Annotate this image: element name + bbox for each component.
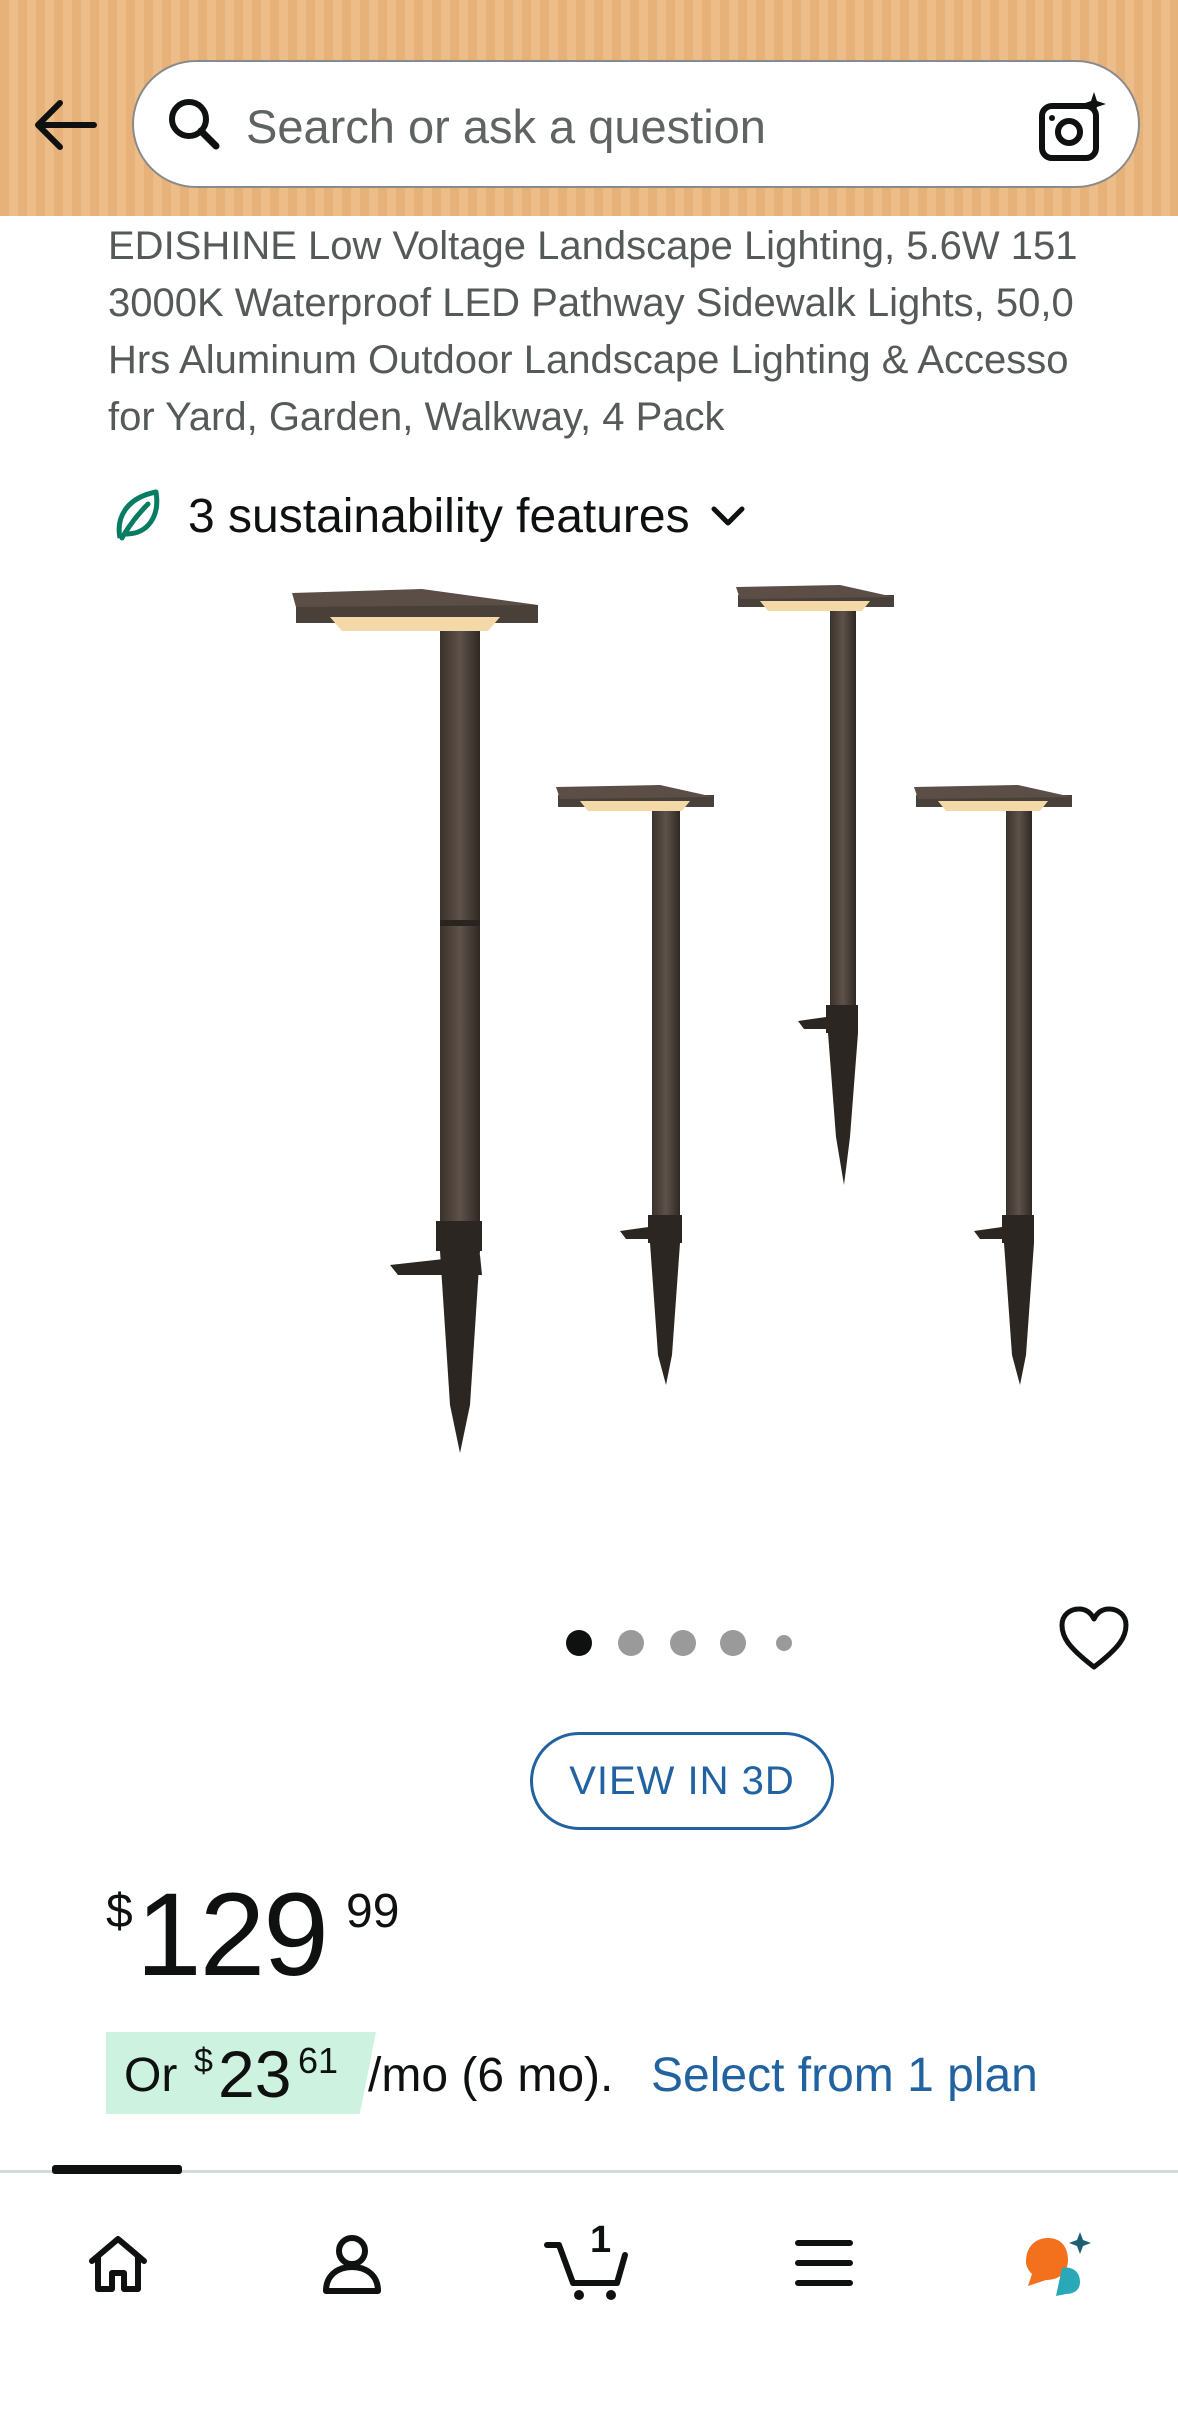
select-plan-link[interactable]: Select from 1 plan — [651, 2048, 1038, 2103]
nav-menu[interactable] — [764, 2213, 884, 2313]
active-tab-indicator — [52, 2165, 182, 2174]
pathway-light — [556, 785, 714, 1385]
back-button[interactable] — [30, 95, 102, 155]
nav-rufus[interactable] — [998, 2213, 1118, 2313]
cart-count-badge: 1 — [590, 2219, 612, 2261]
title-line: EDISHINE Low Voltage Landscape Lighting,… — [108, 224, 1078, 268]
rufus-ai-icon — [1026, 2232, 1091, 2296]
installment-plan: Or $ 23 61 /mo (6 mo). Select from 1 pla… — [106, 2028, 1178, 2118]
bottom-navigation: 1 — [0, 2165, 1178, 2416]
nav-account[interactable] — [292, 2213, 412, 2313]
sustainability-label: 3 sustainability features — [188, 489, 690, 543]
back-arrow-icon — [35, 100, 97, 150]
product-title: EDISHINE Low Voltage Landscape Lighting,… — [108, 218, 1178, 446]
camera-search-icon[interactable] — [1034, 90, 1110, 166]
installment-or: Or — [124, 2049, 178, 2102]
cart-icon — [544, 2242, 628, 2300]
home-icon — [89, 2236, 147, 2292]
leaf-icon — [116, 489, 160, 541]
price-whole: 129 — [136, 1869, 329, 2001]
pathway-light — [736, 585, 894, 1185]
carousel-dot-active[interactable] — [566, 1630, 592, 1656]
title-line: for Yard, Garden, Walkway, 4 Pack — [108, 395, 725, 439]
carousel-dot[interactable] — [670, 1630, 696, 1656]
top-header — [0, 0, 1178, 216]
pathway-light — [292, 589, 538, 1453]
title-line: Hrs Aluminum Outdoor Landscape Lighting … — [108, 338, 1069, 382]
installment-term: /mo (6 mo). — [368, 2049, 614, 2102]
menu-icon — [795, 2240, 853, 2286]
search-bar[interactable] — [132, 60, 1140, 188]
carousel-dot[interactable] — [776, 1635, 792, 1651]
price-fraction: 99 — [346, 1885, 400, 1938]
installment-currency-symbol: $ — [194, 2042, 213, 2080]
sustainability-features-toggle[interactable]: 3 sustainability features — [112, 480, 748, 552]
search-input[interactable] — [244, 90, 1028, 162]
price-currency-symbol: $ — [106, 1885, 133, 1938]
carousel-dot[interactable] — [720, 1630, 746, 1656]
title-line: 3000K Waterproof LED Pathway Sidewalk Li… — [108, 281, 1074, 325]
installment-fraction: 61 — [298, 2040, 339, 2081]
nav-cart[interactable]: 1 — [528, 2213, 648, 2313]
account-icon — [323, 2235, 381, 2294]
pathway-light — [914, 785, 1072, 1385]
installment-whole: 23 — [218, 2037, 292, 2111]
view-in-3d-button[interactable]: VIEW IN 3D — [530, 1732, 834, 1830]
chevron-down-icon — [711, 506, 745, 526]
pathway-lights-image[interactable] — [270, 575, 1090, 1515]
nav-home[interactable] — [58, 2213, 178, 2313]
wishlist-heart-icon[interactable] — [1058, 1605, 1130, 1673]
carousel-dot[interactable] — [618, 1630, 644, 1656]
search-icon — [169, 99, 220, 150]
